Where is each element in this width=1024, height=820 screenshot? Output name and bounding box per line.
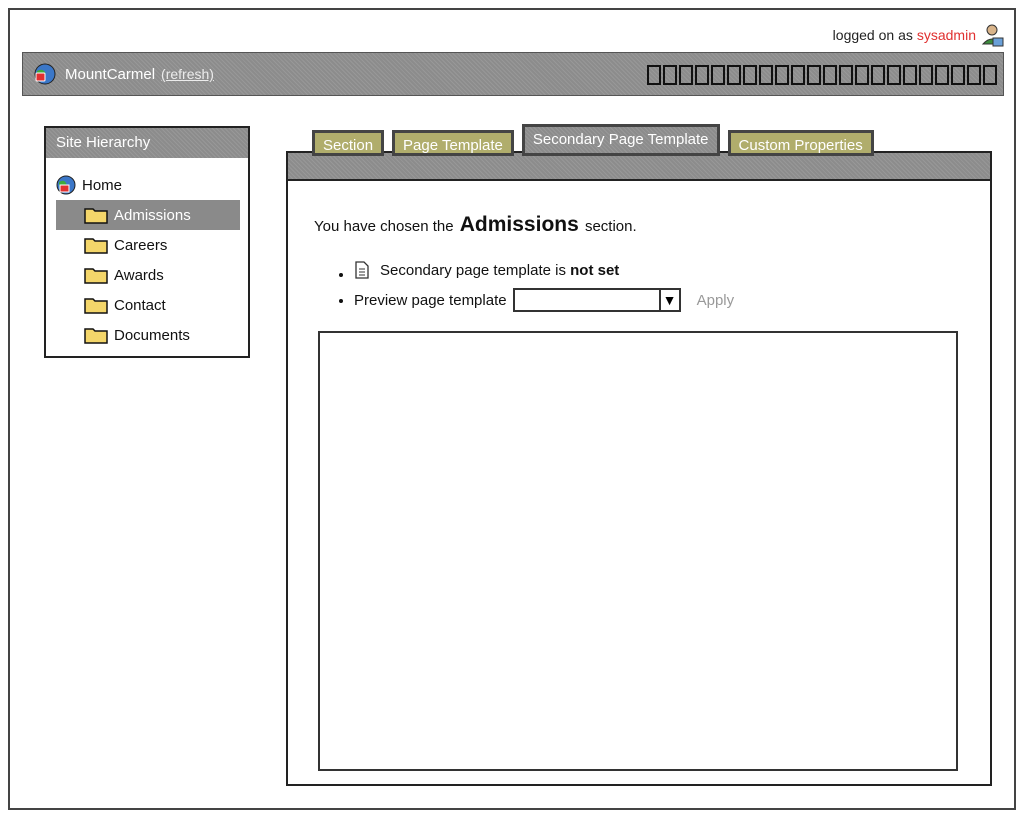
secondary-template-status-item: Secondary page template is not set (354, 255, 734, 285)
tree-node-label: Careers (114, 236, 168, 254)
placeholder-glyph (855, 65, 869, 85)
home-globe-icon (56, 175, 76, 195)
tree-node-label: Awards (114, 266, 164, 284)
tab-custom-properties[interactable]: Custom Properties (727, 130, 874, 156)
placeholder-glyph (679, 65, 693, 85)
content-panel: You have chosen the Admissions section. … (286, 151, 992, 786)
tree-node-careers[interactable]: Careers (56, 230, 240, 260)
placeholder-glyph (663, 65, 677, 85)
tree-node-label: Home (82, 176, 123, 194)
tree-node-label: Contact (114, 296, 166, 314)
template-preview-area (318, 331, 958, 771)
chosen-section-name: Admissions (459, 213, 579, 236)
chosen-suffix: section. (584, 218, 637, 235)
login-status: logged on as sysadmin (833, 22, 1006, 48)
site-header-bar: MountCarmel (refresh) (22, 52, 1004, 96)
username[interactable]: sysadmin (917, 27, 976, 43)
user-icon (981, 24, 1004, 47)
globe-icon (34, 63, 56, 85)
tree-node-label: Documents (114, 326, 190, 344)
tree-node-label: Admissions (114, 206, 191, 224)
tab-secondary-page-template[interactable]: Secondary Page Template (521, 124, 720, 156)
site-name: MountCarmel (65, 65, 156, 83)
apply-button[interactable]: Apply (697, 292, 735, 309)
placeholder-glyph (903, 65, 917, 85)
placeholder-glyph (983, 65, 997, 85)
placeholder-glyph (807, 65, 821, 85)
placeholder-glyph (743, 65, 757, 85)
folder-icon (84, 208, 108, 224)
placeholder-glyph (935, 65, 949, 85)
refresh-link[interactable]: (refresh) (161, 66, 214, 82)
secondary-template-label: Secondary page template is (380, 261, 566, 279)
dropdown-arrow-icon[interactable]: ▼ (658, 290, 679, 310)
tab-strip: Section Page Template Secondary Page Tem… (312, 122, 874, 156)
placeholder-glyph (711, 65, 725, 85)
tab-page-template[interactable]: Page Template (392, 130, 514, 156)
site-hierarchy-panel: Site Hierarchy Home Admissions Careers A… (44, 126, 250, 358)
tree-node-admissions[interactable]: Admissions (56, 200, 240, 230)
placeholder-glyph (839, 65, 853, 85)
chosen-section-line: You have chosen the Admissions section. (314, 213, 637, 237)
preview-template-item: Preview page template ▼ Apply (354, 285, 734, 315)
chosen-prefix: You have chosen the (314, 218, 454, 235)
placeholder-glyph-strip (647, 65, 997, 85)
placeholder-glyph (695, 65, 709, 85)
placeholder-glyph (871, 65, 885, 85)
preview-template-select[interactable]: ▼ (512, 288, 681, 312)
placeholder-glyph (919, 65, 933, 85)
tree-node-home[interactable]: Home (46, 170, 248, 200)
placeholder-glyph (951, 65, 965, 85)
placeholder-glyph (887, 65, 901, 85)
tab-band (288, 153, 990, 181)
placeholder-glyph (759, 65, 773, 85)
tab-section[interactable]: Section (312, 130, 385, 156)
site-hierarchy-title: Site Hierarchy (46, 128, 248, 158)
placeholder-glyph (791, 65, 805, 85)
logged-on-label: logged on as (832, 27, 913, 43)
secondary-template-status: not set (570, 261, 620, 279)
document-icon (355, 261, 369, 279)
placeholder-glyph (647, 65, 661, 85)
folder-icon (84, 328, 108, 344)
placeholder-glyph (823, 65, 837, 85)
folder-icon (84, 268, 108, 284)
folder-icon (84, 238, 108, 254)
preview-template-label: Preview page template (354, 291, 507, 309)
tree-node-awards[interactable]: Awards (56, 260, 240, 290)
placeholder-glyph (967, 65, 981, 85)
tree-node-documents[interactable]: Documents (56, 320, 240, 350)
folder-icon (84, 298, 108, 314)
template-options-list: Secondary page template is not set Previ… (354, 255, 734, 315)
site-tree: Home Admissions Careers Awards Contact D… (46, 158, 248, 350)
tree-node-contact[interactable]: Contact (56, 290, 240, 320)
placeholder-glyph (727, 65, 741, 85)
placeholder-glyph (775, 65, 789, 85)
